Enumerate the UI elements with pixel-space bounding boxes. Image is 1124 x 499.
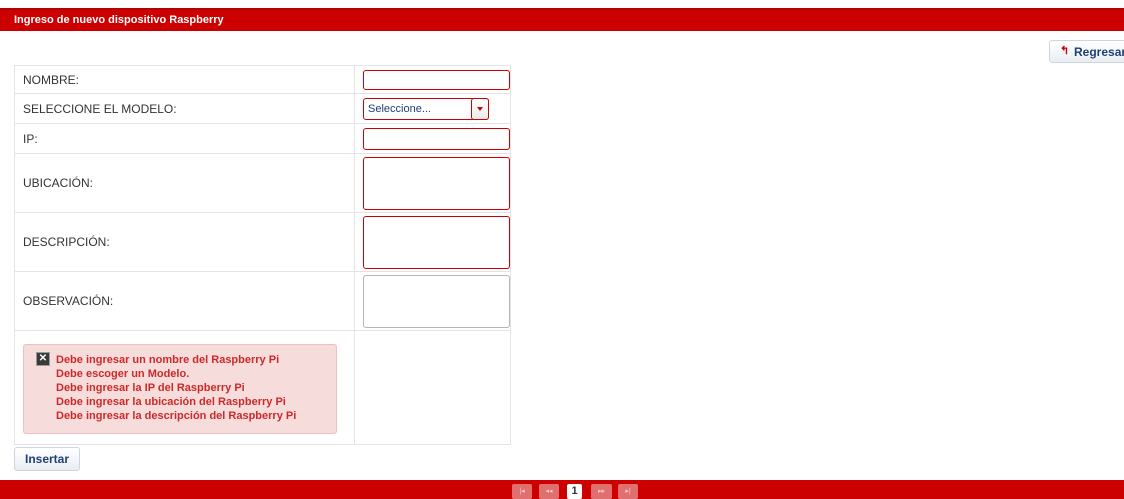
ubicacion-label: UBICACIÓN: [14,153,355,213]
page-header-bar: Ingreso de nuevo dispositivo Raspberry [0,8,1124,31]
insert-button[interactable]: Insertar [14,447,80,471]
error-message: Debe ingresar la descripción del Raspber… [56,410,297,422]
descripcion-textarea[interactable] [363,215,510,269]
undo-arrow-icon: ↰ [1060,45,1070,57]
nombre-input[interactable] [363,69,510,90]
modelo-select-value: Seleccione... [368,102,431,115]
footer-bar [0,480,1124,499]
descripcion-label: DESCRIPCIÓN: [14,212,355,272]
chevron-down-icon [477,106,483,111]
form-row-descripcion: DESCRIPCIÓN: [14,212,511,272]
next-page-button[interactable]: ▸▸ [591,484,612,499]
observacion-label: OBSERVACIÓN: [14,271,355,331]
form-row-ip: IP: [14,123,511,154]
observacion-textarea[interactable] [363,274,510,328]
form-row-modelo: SELECCIONE EL MODELO: Seleccione... [14,93,511,124]
device-form: NOMBRE: SELECCIONE EL MODELO: Seleccione… [14,65,511,445]
form-row-errors: ✕ Debe ingresar un nombre del Raspberry … [14,330,511,445]
form-row-nombre: NOMBRE: [14,65,511,94]
dropdown-toggle[interactable] [471,97,489,120]
modelo-select[interactable]: Seleccione... [363,97,489,120]
ip-label: IP: [14,123,355,154]
nombre-label: NOMBRE: [14,65,355,94]
back-button-label: Regresar [1074,45,1124,59]
error-message: Debe ingresar la ubicación del Raspberry… [56,396,286,408]
prev-page-button[interactable]: ◂◂ [539,484,559,499]
page-title: Ingreso de nuevo dispositivo Raspberry [14,14,224,26]
form-row-observacion: OBSERVACIÓN: [14,271,511,331]
error-message: Debe ingresar un nombre del Raspberry Pi [56,354,280,366]
ubicacion-textarea[interactable] [363,156,510,210]
back-button[interactable]: ↰ Regresar [1049,40,1124,63]
error-message: Debe ingresar la IP del Raspberry Pi [56,382,245,394]
validation-error-box: ✕ Debe ingresar un nombre del Raspberry … [23,344,337,434]
ip-input[interactable] [363,127,510,150]
form-row-ubicacion: UBICACIÓN: [14,153,511,213]
error-close-icon: ✕ [36,352,50,366]
first-page-button[interactable]: |◂ [512,484,532,499]
last-page-button[interactable]: ▸| [618,484,638,499]
error-list: Debe ingresar un nombre del Raspberry Pi… [56,353,296,423]
error-message: Debe escoger un Modelo. [56,368,190,380]
modelo-label: SELECCIONE EL MODELO: [14,93,355,124]
current-page[interactable]: 1 [567,484,582,499]
